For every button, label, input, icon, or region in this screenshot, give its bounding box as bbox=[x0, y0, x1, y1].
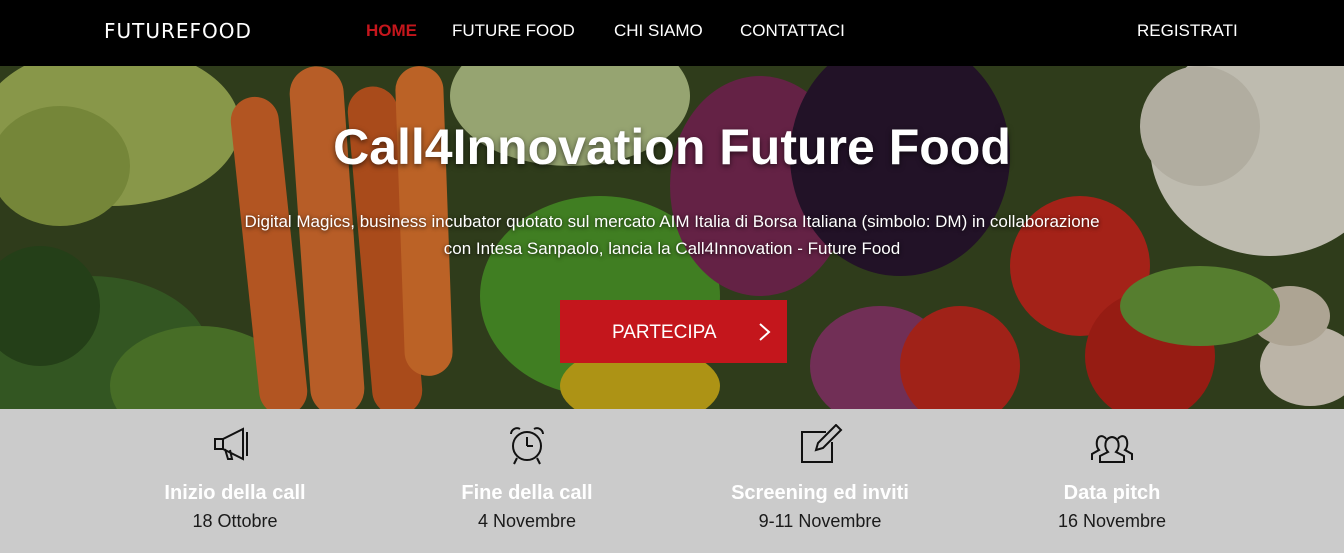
edit-icon bbox=[801, 424, 843, 463]
hero-description: Digital Magics, business incubator quota… bbox=[244, 212, 1100, 258]
megaphone-icon bbox=[214, 427, 248, 461]
nav-link-contattaci[interactable]: CONTATTACI bbox=[740, 21, 845, 41]
step-title: Data pitch bbox=[1063, 482, 1161, 504]
step-title: Inizio della call bbox=[164, 482, 306, 504]
register-link[interactable]: REGISTRATI bbox=[1137, 21, 1238, 41]
hero-banner: Call4Innovation Future Food Digital Magi… bbox=[0, 66, 1344, 409]
people-icon bbox=[1091, 435, 1133, 463]
nav-link-chi-siamo[interactable]: CHI SIAMO bbox=[614, 21, 703, 41]
step-fine-call: Fine della call 4 Novembre bbox=[377, 409, 677, 553]
partecipa-button[interactable]: PARTECIPA bbox=[560, 300, 787, 363]
step-inizio-call: Inizio della call 18 Ottobre bbox=[85, 409, 385, 553]
nav-link-home[interactable]: HOME bbox=[366, 21, 417, 41]
top-navbar: FUTUREFOOD HOME FUTURE FOOD CHI SIAMO CO… bbox=[0, 0, 1344, 66]
step-date: 9-11 Novembre bbox=[758, 511, 882, 531]
step-title: Screening ed inviti bbox=[731, 482, 909, 504]
step-screening: Screening ed inviti 9-11 Novembre bbox=[670, 409, 970, 553]
partecipa-button-label: PARTECIPA bbox=[612, 322, 717, 343]
step-date: 16 Novembre bbox=[1057, 511, 1167, 531]
step-date: 4 Novembre bbox=[477, 511, 577, 531]
step-title: Fine della call bbox=[461, 482, 593, 504]
alarm-clock-icon bbox=[510, 427, 544, 465]
chevron-right-icon bbox=[759, 323, 771, 341]
timeline-section: Inizio della call 18 Ottobre Fine della … bbox=[0, 409, 1344, 553]
nav-link-future-food[interactable]: FUTURE FOOD bbox=[452, 21, 575, 41]
hero-title: Call4Innovation Future Food bbox=[333, 119, 1011, 175]
site-logo[interactable]: FUTUREFOOD bbox=[104, 19, 252, 43]
step-date: 18 Ottobre bbox=[192, 511, 278, 531]
step-data-pitch: Data pitch 16 Novembre bbox=[962, 409, 1262, 553]
